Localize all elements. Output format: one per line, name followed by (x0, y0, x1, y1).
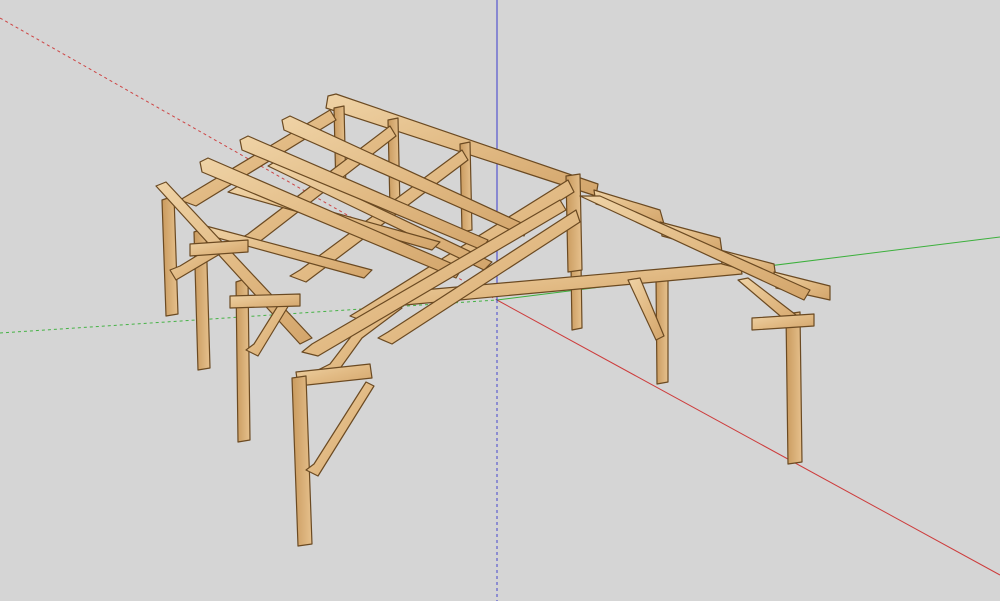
axes (0, 0, 1000, 601)
post-left-1[interactable] (161, 195, 179, 317)
front-post[interactable] (291, 375, 313, 547)
collar-back-right[interactable] (751, 313, 815, 331)
3d-scene[interactable] (0, 0, 1000, 601)
red-axis-solid (496, 299, 1000, 576)
collar-left-2[interactable] (229, 293, 301, 309)
modeling-viewport[interactable] (0, 0, 1000, 601)
ridge[interactable] (325, 93, 599, 273)
front-tie-beam[interactable] (295, 363, 373, 387)
front-brace[interactable] (305, 381, 375, 477)
left-wall[interactable] (155, 181, 313, 443)
post-back-right-c[interactable] (785, 311, 803, 465)
